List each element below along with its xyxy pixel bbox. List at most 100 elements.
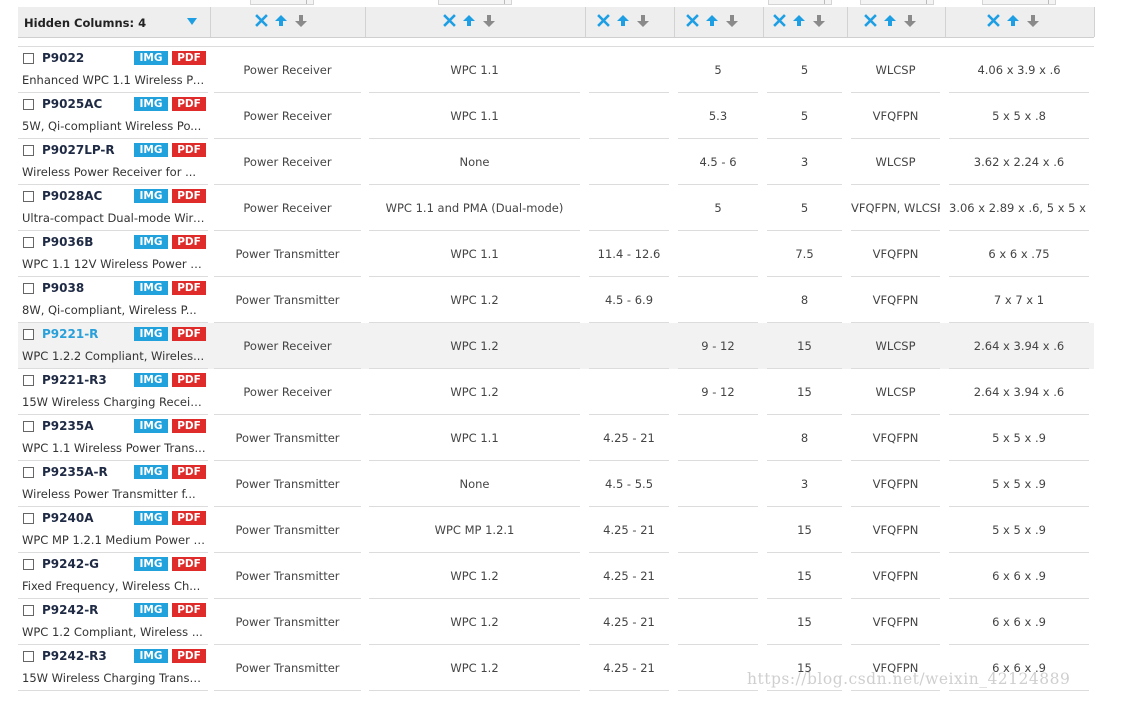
row-checkbox[interactable] — [23, 145, 34, 156]
part-number[interactable]: P9235A — [42, 419, 93, 433]
cell-standard: WPC 1.2 — [450, 615, 499, 629]
part-number[interactable]: P9221-R — [42, 327, 98, 341]
pdf-badge[interactable]: PDF — [172, 281, 206, 295]
cell-power: 5 — [800, 109, 809, 123]
cell-power: 5 — [800, 201, 809, 215]
part-number[interactable]: P9022 — [42, 51, 84, 65]
move-down-icon[interactable] — [812, 14, 826, 30]
row-checkbox[interactable] — [23, 329, 34, 340]
cell-dims: 6 x 6 x .75 — [988, 247, 1050, 261]
pdf-badge[interactable]: PDF — [172, 189, 206, 203]
cell-standard: WPC 1.2 — [450, 293, 499, 307]
pdf-badge[interactable]: PDF — [172, 327, 206, 341]
move-up-icon[interactable] — [274, 14, 288, 30]
img-badge[interactable]: IMG — [134, 51, 168, 65]
close-icon[interactable] — [987, 14, 1000, 30]
img-badge[interactable]: IMG — [134, 97, 168, 111]
part-number[interactable]: P9025AC — [42, 97, 102, 111]
move-up-icon[interactable] — [616, 14, 630, 30]
filter-stub-package[interactable] — [860, 0, 934, 5]
close-icon[interactable] — [864, 14, 877, 30]
pdf-badge[interactable]: PDF — [172, 143, 206, 157]
row-checkbox[interactable] — [23, 283, 34, 294]
close-icon[interactable] — [686, 14, 699, 30]
pdf-badge[interactable]: PDF — [172, 373, 206, 387]
close-icon[interactable] — [255, 14, 268, 30]
filter-stub-power[interactable] — [768, 0, 832, 5]
cell-power: 3 — [800, 155, 809, 169]
part-number[interactable]: P9036B — [42, 235, 93, 249]
move-down-icon[interactable] — [636, 14, 650, 30]
part-number[interactable]: P9027LP-R — [42, 143, 115, 157]
move-up-icon[interactable] — [1006, 14, 1020, 30]
cell-package: VFQFPN — [872, 247, 919, 261]
pdf-badge[interactable]: PDF — [172, 649, 206, 663]
table-row: P9242-R IMG PDF WPC 1.2 Compliant, Wireless… — [18, 599, 210, 645]
row-checkbox[interactable] — [23, 99, 34, 110]
cell-vin — [589, 139, 669, 185]
part-number[interactable]: P9242-R — [42, 603, 98, 617]
close-icon[interactable] — [597, 14, 610, 30]
filter-stub-dims[interactable] — [982, 0, 1056, 5]
row-checkbox[interactable] — [23, 467, 34, 478]
move-down-icon[interactable] — [725, 14, 739, 30]
move-down-icon[interactable] — [482, 14, 496, 30]
pdf-badge[interactable]: PDF — [172, 51, 206, 65]
part-number[interactable]: P9038 — [42, 281, 84, 295]
cell-type: Power Transmitter — [235, 523, 340, 537]
cell-col4: 5 — [714, 201, 722, 215]
pdf-badge[interactable]: PDF — [172, 557, 206, 571]
part-number[interactable]: P9235A-R — [42, 465, 108, 479]
img-badge[interactable]: IMG — [134, 465, 168, 479]
filter-stub-standard[interactable] — [438, 0, 512, 5]
img-badge[interactable]: IMG — [134, 235, 168, 249]
row-checkbox[interactable] — [23, 237, 34, 248]
move-down-icon[interactable] — [294, 14, 308, 30]
cell-power: 15 — [797, 615, 812, 629]
move-down-icon[interactable] — [903, 14, 917, 30]
row-checkbox[interactable] — [23, 605, 34, 616]
filter-stub-type[interactable] — [250, 0, 314, 5]
row-checkbox[interactable] — [23, 53, 34, 64]
img-badge[interactable]: IMG — [134, 649, 168, 663]
part-number[interactable]: P9028AC — [42, 189, 102, 203]
pdf-badge[interactable]: PDF — [172, 419, 206, 433]
pdf-badge[interactable]: PDF — [172, 465, 206, 479]
cell-col4 — [678, 461, 758, 507]
pdf-badge[interactable]: PDF — [172, 603, 206, 617]
row-checkbox[interactable] — [23, 421, 34, 432]
pdf-badge[interactable]: PDF — [172, 511, 206, 525]
pdf-badge[interactable]: PDF — [172, 97, 206, 111]
img-badge[interactable]: IMG — [134, 419, 168, 433]
cell-dims: 5 x 5 x .9 — [992, 477, 1046, 491]
close-icon[interactable] — [773, 14, 786, 30]
hidden-columns-dropdown-icon[interactable] — [187, 18, 197, 25]
img-badge[interactable]: IMG — [134, 189, 168, 203]
img-badge[interactable]: IMG — [134, 511, 168, 525]
img-badge[interactable]: IMG — [134, 373, 168, 387]
row-checkbox[interactable] — [23, 513, 34, 524]
move-down-icon[interactable] — [1026, 14, 1040, 30]
cell-vin — [589, 369, 669, 415]
part-number[interactable]: P9242-G — [42, 557, 99, 571]
img-badge[interactable]: IMG — [134, 603, 168, 617]
move-up-icon[interactable] — [792, 14, 806, 30]
pdf-badge[interactable]: PDF — [172, 235, 206, 249]
img-badge[interactable]: IMG — [134, 557, 168, 571]
part-number[interactable]: P9240A — [42, 511, 93, 525]
img-badge[interactable]: IMG — [134, 281, 168, 295]
move-up-icon[interactable] — [462, 14, 476, 30]
table-row: P9027LP-R IMG PDF Wireless Power Receiver f… — [18, 139, 210, 185]
row-checkbox[interactable] — [23, 375, 34, 386]
move-up-icon[interactable] — [705, 14, 719, 30]
part-number[interactable]: P9221-R3 — [42, 373, 107, 387]
close-icon[interactable] — [443, 14, 456, 30]
row-checkbox[interactable] — [23, 651, 34, 662]
img-badge[interactable]: IMG — [134, 327, 168, 341]
row-checkbox[interactable] — [23, 559, 34, 570]
move-up-icon[interactable] — [883, 14, 897, 30]
img-badge[interactable]: IMG — [134, 143, 168, 157]
row-checkbox[interactable] — [23, 191, 34, 202]
cell-vin: 4.25 - 21 — [603, 615, 655, 629]
part-number[interactable]: P9242-R3 — [42, 649, 107, 663]
